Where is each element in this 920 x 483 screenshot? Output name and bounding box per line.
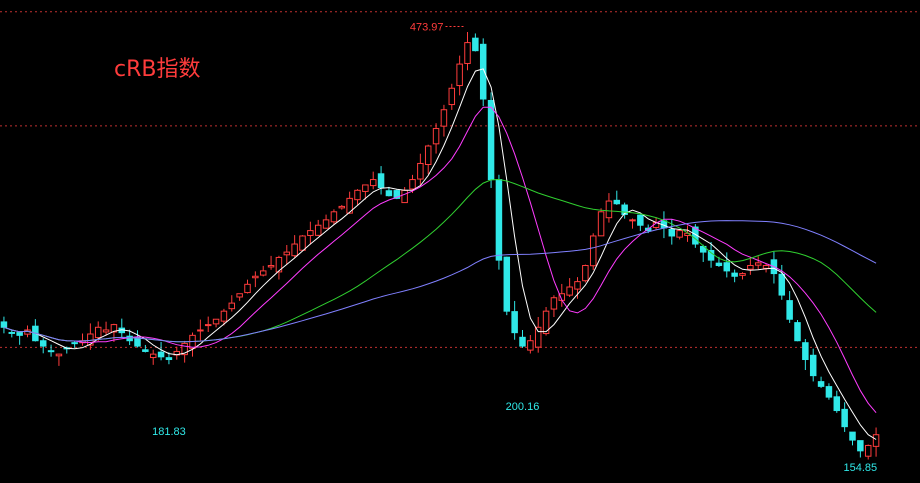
low1-label: 181.83 [152,426,186,438]
low2-label: 200.16 [506,401,540,413]
candle-57 [448,83,456,110]
candle-111 [872,427,880,457]
candle-103 [809,348,817,382]
candle-24 [189,332,196,357]
candle-72 [566,278,573,298]
candle-30 [236,293,243,301]
candle-34 [267,255,275,270]
candle-6 [47,344,55,357]
candle-106 [833,390,841,413]
candle-55 [432,123,440,154]
candle-75 [589,233,597,271]
candle-54 [424,144,432,175]
candle-18 [142,344,149,353]
candle-11 [87,323,94,350]
annotations: 473.97 181.83 200.16 154.85 [152,22,877,475]
candle-58 [456,55,463,96]
candle-80 [629,218,636,229]
candle-41 [322,214,330,229]
candle-33 [259,265,267,277]
candle-39 [307,221,314,245]
candle-66 [519,330,526,348]
candle-40 [314,219,322,236]
candle-35 [275,255,283,280]
candle-74 [582,264,589,283]
candle-105 [825,383,833,400]
moving-averages [3,68,877,440]
candle-94 [739,272,746,280]
candle-86 [676,229,683,240]
candle-48 [377,166,385,195]
candle-38 [299,235,306,251]
candlestick-chart: cRB指数 473.97 181.83 200.16 154.85 [0,11,920,475]
candle-5 [39,338,47,354]
candle-43 [338,204,346,210]
candle-104 [817,376,825,389]
candle-36 [283,244,291,265]
candle-73 [574,277,581,299]
candle-102 [802,338,809,371]
high-label: 473.97 [410,22,444,34]
candle-4 [32,319,39,342]
candle-13 [102,321,110,336]
candle-29 [228,295,236,312]
candle-76 [597,208,605,237]
candle-10 [79,333,86,346]
candle-37 [291,235,298,258]
candle-25 [197,319,204,341]
candle-22 [173,346,181,360]
candle-96 [754,256,762,270]
candle-64 [503,256,511,316]
candle-7 [55,353,63,366]
candle-107 [841,402,848,432]
candle-101 [794,319,801,342]
candle-53 [417,153,424,185]
candle-68 [534,316,542,353]
low3-label: 154.85 [844,462,878,474]
candle-108 [849,431,856,446]
candle-1 [8,329,16,338]
candle-59 [464,31,471,71]
candle-17 [134,330,141,348]
candle-15 [118,318,126,338]
candle-56 [440,104,448,137]
candle-78 [613,190,621,205]
candles [0,31,880,460]
candle-0 [0,316,8,334]
candle-109 [857,440,864,458]
candle-100 [786,291,793,323]
candle-47 [369,171,377,190]
candle-77 [605,193,613,223]
candle-27 [212,318,220,328]
candle-45 [354,189,361,205]
chart-title: cRB指数 [114,57,200,82]
candle-93 [731,269,738,283]
chart-stage: cRB指数 473.97 181.83 200.16 154.85 [0,0,920,483]
candle-32 [252,271,259,288]
ma-line-ma5 [3,68,877,440]
candle-19 [149,349,157,365]
ma-line-ma120 [3,220,877,343]
candle-110 [864,444,872,460]
candle-95 [747,257,754,275]
candle-2 [16,331,23,345]
ma-line-ma30 [3,178,877,343]
candle-70 [550,295,558,318]
candle-81 [637,214,644,231]
candle-31 [244,279,251,294]
candle-67 [527,335,534,354]
candle-65 [511,300,518,340]
candle-26 [204,316,212,333]
candle-60 [472,33,479,52]
